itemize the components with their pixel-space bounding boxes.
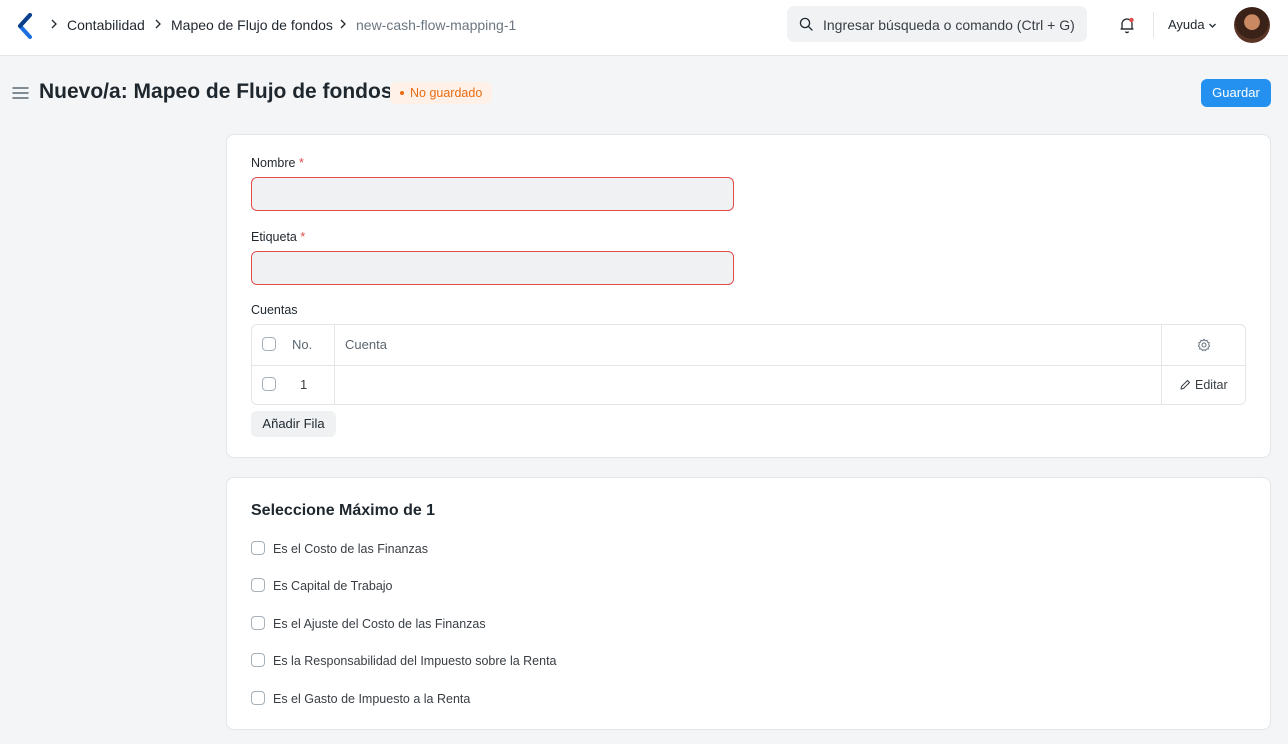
tag-label-text: Etiqueta (251, 230, 297, 244)
menu-icon[interactable] (12, 86, 29, 100)
option-label: Es Capital de Trabajo (273, 579, 393, 593)
option-checkbox[interactable] (251, 616, 265, 630)
search-placeholder: Ingresar búsqueda o comando (Ctrl + G) (823, 17, 1075, 33)
column-header-no: No. (292, 337, 313, 352)
help-menu[interactable]: Ayuda (1168, 17, 1205, 33)
accounts-label: Cuentas (251, 303, 298, 317)
option-label: Es el Gasto de Impuesto a la Renta (273, 692, 471, 706)
breadcrumb-mapeo[interactable]: Mapeo de Flujo de fondos (171, 16, 333, 34)
row-checkbox[interactable] (262, 377, 276, 391)
table-divider (1161, 325, 1162, 404)
chevron-down-icon[interactable] (1208, 21, 1217, 30)
add-row-button[interactable]: Añadir Fila (251, 411, 336, 437)
tag-input[interactable] (251, 251, 734, 285)
option-label: Es el Costo de las Finanzas (273, 542, 428, 556)
option-checkbox[interactable] (251, 578, 265, 592)
option-checkbox[interactable] (251, 691, 265, 705)
breadcrumb-contabilidad[interactable]: Contabilidad (67, 16, 145, 34)
status-badge: No guardado (390, 82, 493, 104)
pencil-icon (1180, 380, 1190, 390)
row-number: 1 (300, 377, 308, 392)
chevron-right-icon (340, 19, 346, 29)
option-label: Es el Ajuste del Costo de las Finanzas (273, 617, 486, 631)
option-label: Es la Responsabilidad del Impuesto sobre… (273, 654, 557, 668)
name-label-text: Nombre (251, 156, 296, 170)
option-checkbox[interactable] (251, 541, 265, 555)
save-button[interactable]: Guardar (1201, 79, 1271, 107)
required-mark: * (300, 230, 306, 244)
table-divider (252, 365, 1245, 366)
name-input[interactable] (251, 177, 734, 211)
edit-row-button[interactable]: Editar (1180, 376, 1240, 394)
table-divider (334, 325, 335, 404)
required-mark: * (298, 156, 304, 170)
tag-label: Etiqueta * (251, 229, 305, 245)
breadcrumb-current[interactable]: new-cash-flow-mapping-1 (356, 16, 516, 34)
chevron-right-icon (51, 19, 57, 29)
navbar-divider (1153, 12, 1154, 38)
option-checkbox[interactable] (251, 653, 265, 667)
avatar[interactable] (1234, 7, 1270, 43)
page-title: Nuevo/a: Mapeo de Flujo de fondos (39, 80, 393, 103)
app-logo-icon[interactable] (16, 13, 34, 39)
search-icon (799, 17, 813, 31)
edit-row-label: Editar (1195, 378, 1228, 392)
column-header-cuenta: Cuenta (345, 337, 387, 352)
navbar: Contabilidad Mapeo de Flujo de fondos ne… (0, 0, 1288, 56)
chevron-right-icon (155, 19, 161, 29)
search-bar[interactable]: Ingresar búsqueda o comando (Ctrl + G) (787, 6, 1087, 42)
accounts-table: No. Cuenta 1 Editar (251, 324, 1246, 405)
section-title: Seleccione Máximo de 1 (251, 502, 436, 519)
name-label: Nombre * (251, 155, 304, 171)
select-all-checkbox[interactable] (262, 337, 276, 351)
gear-icon[interactable] (1197, 338, 1211, 352)
bell-icon[interactable] (1118, 16, 1136, 34)
